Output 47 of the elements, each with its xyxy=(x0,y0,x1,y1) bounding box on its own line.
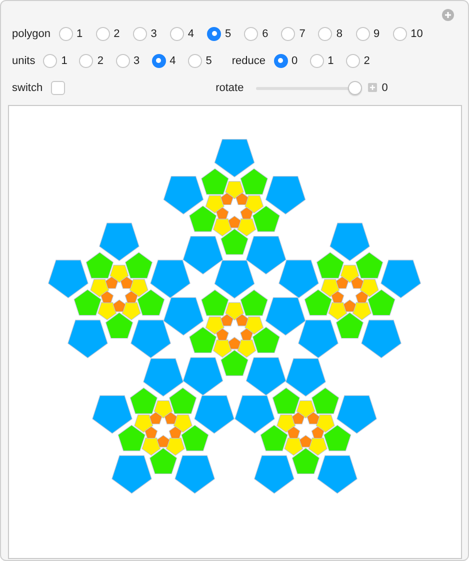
radio-button[interactable] xyxy=(281,26,296,40)
add-icon[interactable] xyxy=(442,9,454,21)
checkbox[interactable] xyxy=(50,80,65,94)
radio-button[interactable] xyxy=(274,54,288,68)
radio-button[interactable] xyxy=(188,54,202,68)
control-label: reduce xyxy=(232,54,266,66)
radio-label: 6 xyxy=(262,28,268,40)
radio-label: 2 xyxy=(97,54,104,66)
plus-icon[interactable] xyxy=(368,83,377,92)
radio-label: 10 xyxy=(410,28,423,40)
radio-label: 7 xyxy=(299,28,306,40)
radio-button[interactable] xyxy=(116,54,130,68)
radio-button[interactable] xyxy=(152,54,166,68)
radio-label: 1 xyxy=(76,28,83,40)
radio-button[interactable] xyxy=(58,26,73,40)
radio-label: 1 xyxy=(328,54,334,66)
radio-label: 8 xyxy=(336,28,343,40)
radio-button[interactable] xyxy=(346,54,360,68)
radio-button[interactable] xyxy=(318,26,332,40)
control-label: rotate xyxy=(216,82,244,94)
slider-value: 0 xyxy=(382,82,388,94)
radio-label: 9 xyxy=(374,28,380,40)
radio-button[interactable] xyxy=(356,26,370,40)
radio-label: 3 xyxy=(134,54,140,66)
slider-thumb[interactable] xyxy=(348,80,362,94)
radio-label: 0 xyxy=(292,54,298,66)
radio-label: 4 xyxy=(188,28,194,40)
radio-label: 5 xyxy=(225,28,232,40)
radio-label: 2 xyxy=(114,28,120,40)
radio-button[interactable] xyxy=(392,26,407,40)
radio-button[interactable] xyxy=(310,54,324,68)
radio-label: 1 xyxy=(61,54,68,66)
radio-button[interactable] xyxy=(132,26,147,40)
radio-button[interactable] xyxy=(96,26,110,40)
radio-button[interactable] xyxy=(170,26,184,40)
control-label: switch xyxy=(12,82,43,94)
control-label: units xyxy=(12,54,36,66)
radio-button[interactable] xyxy=(79,54,94,68)
radio-label: 3 xyxy=(150,28,157,40)
radio-button[interactable] xyxy=(244,26,258,40)
control-label: polygon xyxy=(12,28,51,40)
radio-button[interactable] xyxy=(207,26,222,40)
radio-button[interactable] xyxy=(43,54,58,68)
radio-label: 2 xyxy=(364,54,370,66)
radio-label: 5 xyxy=(206,54,212,66)
slider-track[interactable] xyxy=(256,80,362,94)
radio-label: 4 xyxy=(170,54,176,66)
